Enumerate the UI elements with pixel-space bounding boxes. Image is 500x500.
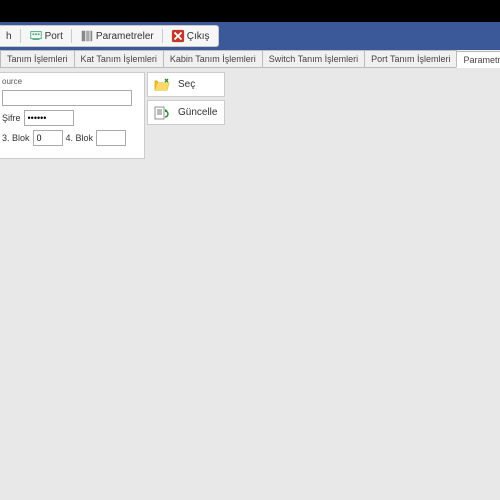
tab-label: Kabin Tanım İşlemleri — [170, 54, 256, 64]
toolbar-cikis[interactable]: Çıkış — [167, 28, 214, 44]
content-area: ource Şifre 3. Blok 4. Blok Seç — [0, 68, 500, 500]
toolbar-port[interactable]: Port — [25, 28, 67, 44]
tab-label: Port Tanım İşlemleri — [371, 54, 450, 64]
tab-switch-tanim[interactable]: Switch Tanım İşlemleri — [262, 50, 365, 67]
tab-label: Parametreler — [463, 55, 500, 65]
main-toolbar: h Port Parametreler — [0, 25, 219, 47]
toolbar-item-label: h — [6, 31, 12, 42]
toolbar-item-partial[interactable]: h — [2, 30, 16, 43]
toolbar-item-label: Çıkış — [187, 31, 210, 42]
tab-kat-tanim[interactable]: Kat Tanım İşlemleri — [74, 50, 164, 67]
panel-title: ource — [2, 77, 138, 86]
settings-icon — [80, 29, 94, 43]
blok3-label: 3. Blok — [2, 133, 30, 143]
source-input[interactable] — [2, 90, 132, 106]
guncelle-button[interactable]: Güncelle — [147, 100, 225, 125]
sifre-input[interactable] — [24, 110, 74, 126]
blok3-input[interactable] — [33, 130, 63, 146]
tab-label: Switch Tanım İşlemleri — [269, 54, 358, 64]
action-label: Güncelle — [178, 107, 217, 118]
sec-button[interactable]: Seç — [147, 72, 225, 97]
source-panel: ource Şifre 3. Blok 4. Blok — [0, 72, 145, 159]
tab-parametreler[interactable]: Parametreler — [456, 51, 500, 68]
tab-label: Kat Tanım İşlemleri — [81, 54, 157, 64]
toolbar-item-label: Parametreler — [96, 31, 154, 42]
toolbar-item-label: Port — [45, 31, 63, 42]
blok4-label: 4. Blok — [66, 133, 94, 143]
toolbar-separator — [71, 29, 72, 43]
tab-tanim[interactable]: Tanım İşlemleri — [0, 50, 75, 67]
toolbar-parametreler[interactable]: Parametreler — [76, 28, 158, 44]
ribbon-header: h Port Parametreler — [0, 22, 500, 50]
toolbar-separator — [20, 29, 21, 43]
tab-port-tanim[interactable]: Port Tanım İşlemleri — [364, 50, 457, 67]
tab-kabin-tanim[interactable]: Kabin Tanım İşlemleri — [163, 50, 263, 67]
toolbar-separator — [162, 29, 163, 43]
update-icon — [154, 105, 170, 121]
folder-open-icon — [154, 77, 170, 93]
port-icon — [29, 29, 43, 43]
action-label: Seç — [178, 79, 195, 90]
tab-label: Tanım İşlemleri — [7, 54, 68, 64]
action-panel: Seç Güncelle — [147, 72, 225, 125]
close-icon — [171, 29, 185, 43]
tab-strip: Tanım İşlemleri Kat Tanım İşlemleri Kabi… — [0, 50, 500, 68]
blok4-input[interactable] — [96, 130, 126, 146]
window-titlebar — [0, 0, 500, 22]
sifre-label: Şifre — [2, 113, 21, 123]
